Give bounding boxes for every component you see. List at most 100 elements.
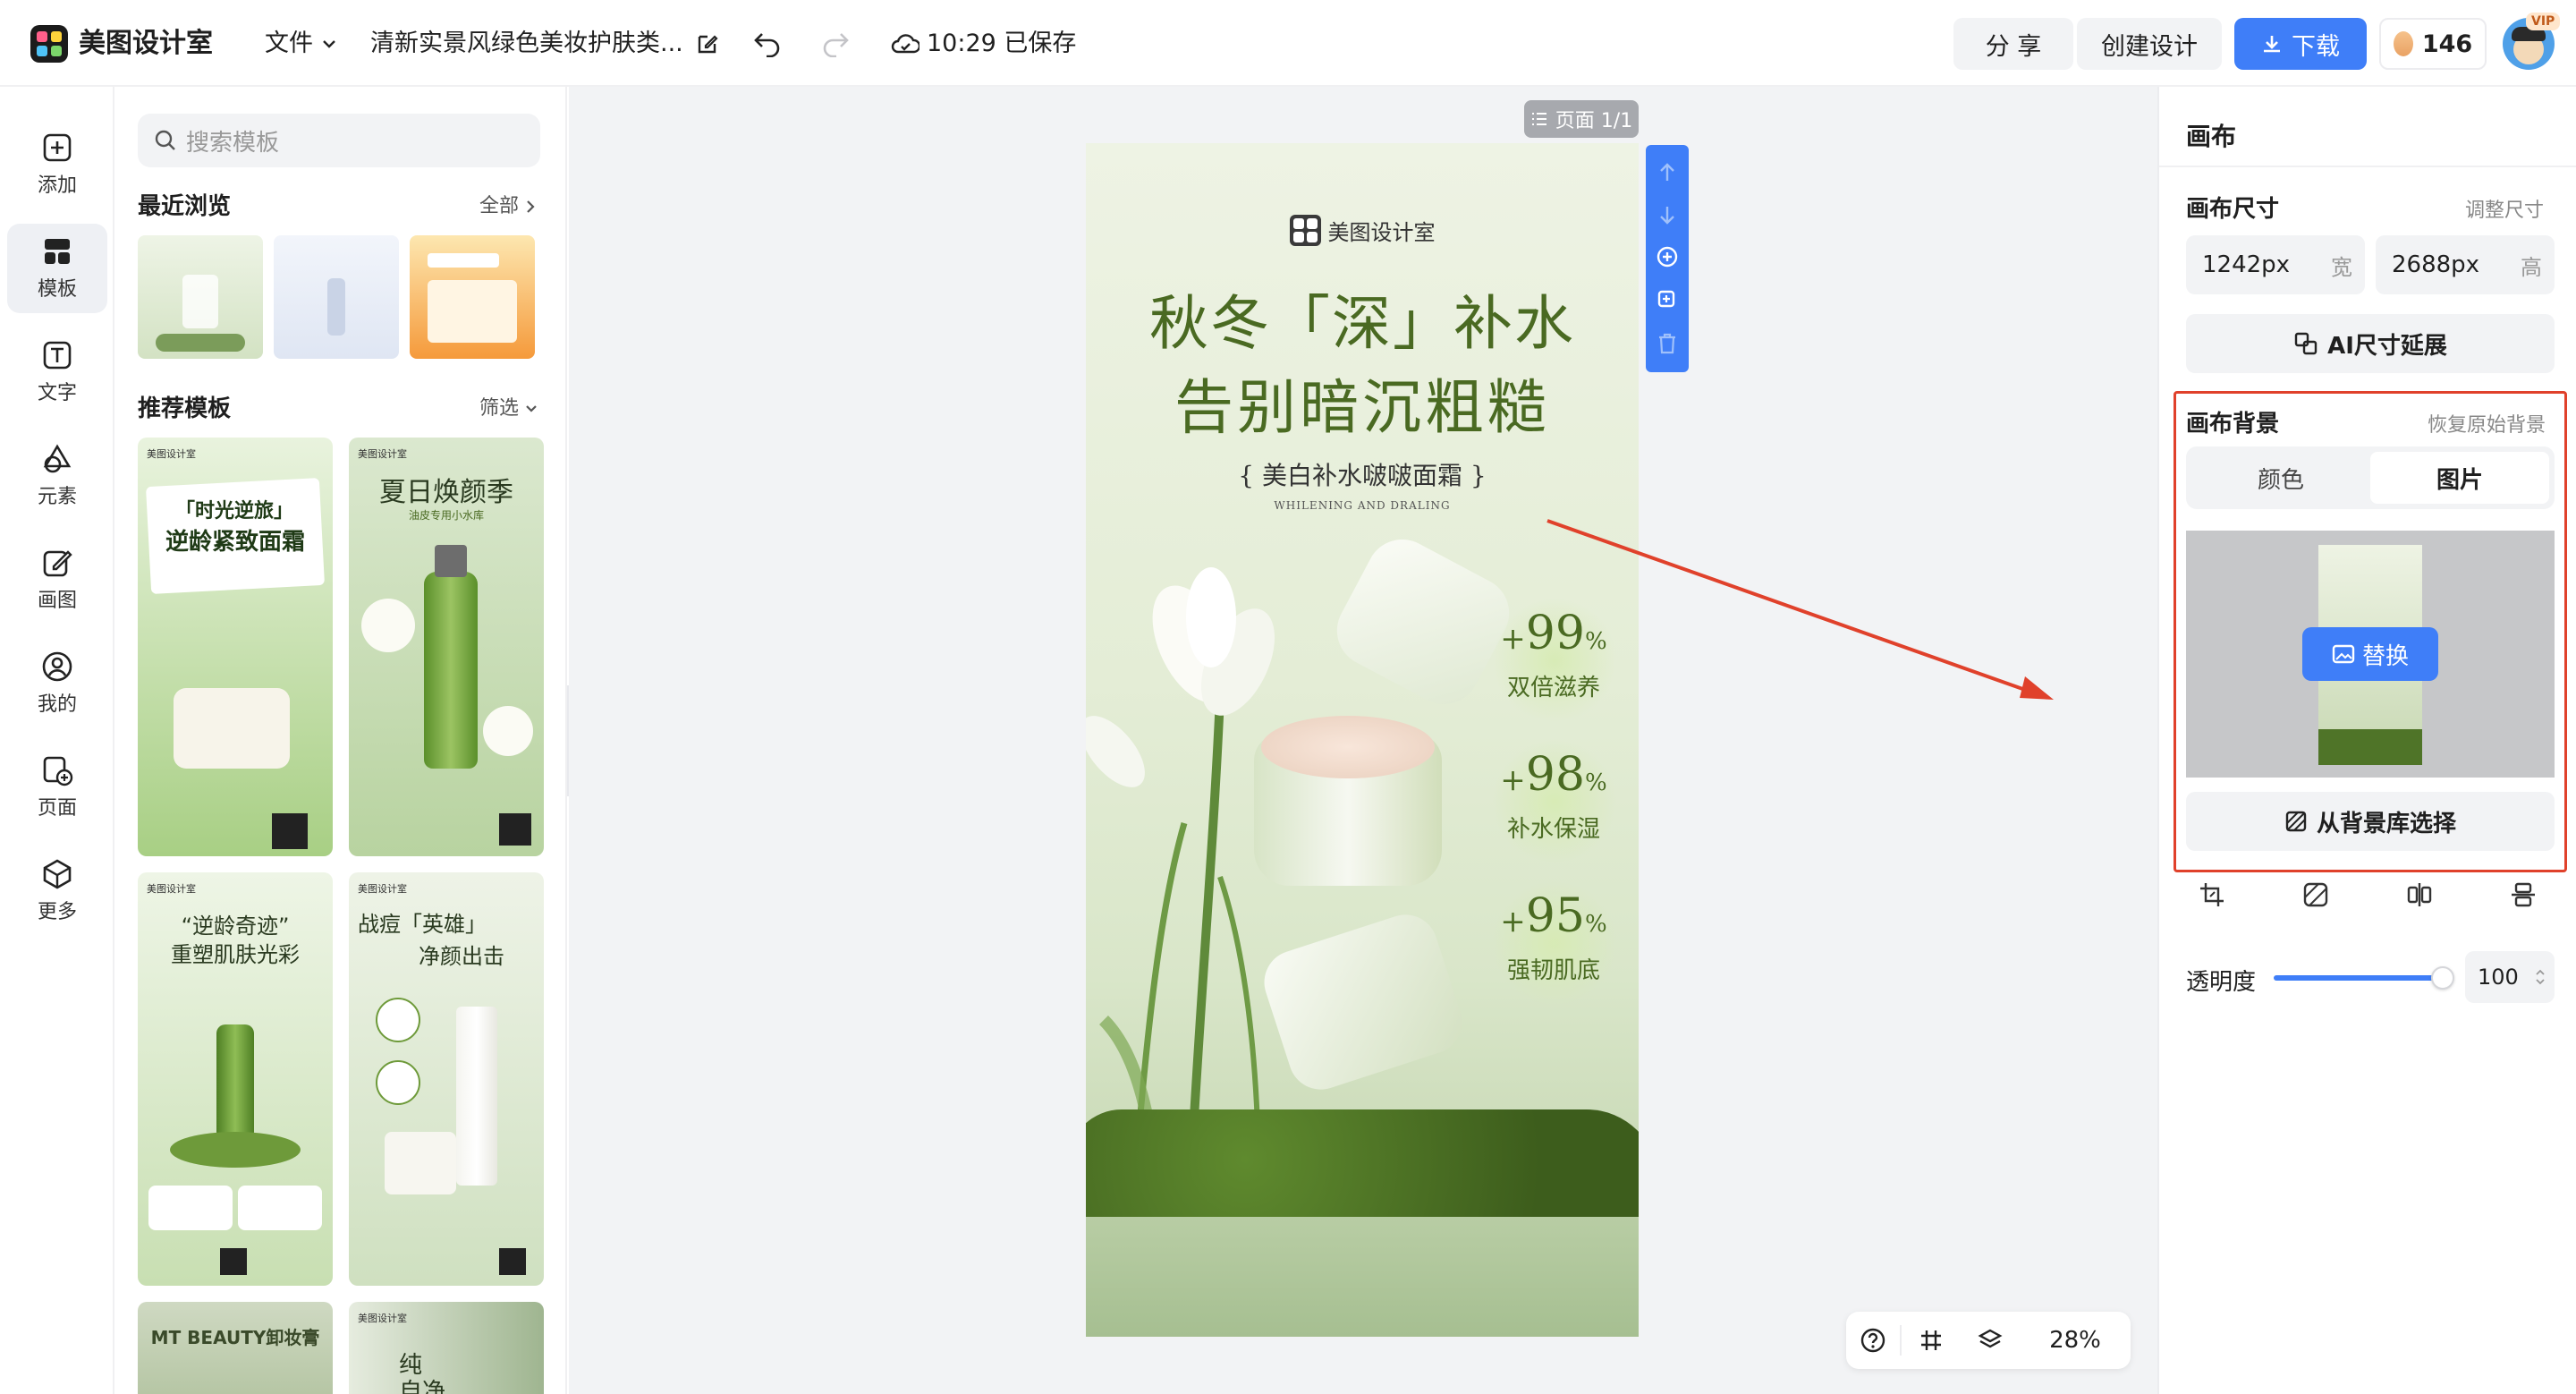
tab-image[interactable]: 图片 [2370,452,2549,504]
recent-thumbnail[interactable] [410,235,535,359]
template-card-subtitle: 重塑肌肤光彩 [171,942,300,967]
duplicate-page-icon[interactable] [1656,288,1679,311]
create-design-label: 创建设计 [2101,32,2198,61]
poster-headline-1[interactable]: 秋冬「深」补水 [1086,276,1639,361]
reset-bg-link[interactable]: 恢复原始背景 [2428,409,2546,438]
text-box-icon [43,341,72,370]
move-up-icon[interactable] [1657,162,1677,183]
rail-item-3[interactable]: 元素 [7,431,107,521]
filter-adjust-icon[interactable] [2302,881,2329,908]
template-card[interactable]: 美图设计室 纯 自净 [349,1302,544,1394]
image-icon [2332,644,2355,664]
page-indicator[interactable]: 页面 1/1 [1524,100,1639,138]
template-card-brand: 美图设计室 [358,883,407,895]
template-card-brand: 美图设计室 [358,448,407,460]
poster-brand[interactable]: 美图设计室 [1086,215,1639,246]
rail-item-label: 画图 [37,590,77,612]
flip-horizontal-icon[interactable] [2406,881,2433,908]
add-page-icon[interactable] [1656,245,1679,268]
opacity-slider-handle[interactable] [2431,966,2454,990]
page-indicator-text: 页面 1/1 [1555,110,1633,132]
page-toolbar [1646,145,1689,372]
template-card-subtitle: 净颜出击 [419,944,504,969]
save-status: 10:29 已保存 [891,26,1076,62]
redo-icon[interactable] [821,30,850,57]
bg-image-preview[interactable]: 替换 [2186,531,2555,778]
chevron-right-icon [527,200,535,213]
delete-page-icon[interactable] [1657,332,1678,355]
properties-panel: 画布 画布尺寸 调整尺寸 1242px 宽 2688px 高 AI尺寸延展 画布… [2157,87,2576,1394]
poster-product-name[interactable]: { 美白补水啵啵面霜 } [1086,456,1639,492]
rail-item-6[interactable]: 页面 [7,743,107,832]
top-bar: 美图设计室 文件 清新实景风绿色美妆护肤类... 10:29 已保存 分 享 创… [0,0,2576,87]
poster-headline-2[interactable]: 告别暗沉粗糙 [1086,360,1639,446]
rail-item-4[interactable]: 画图 [7,535,107,625]
stepper-icon[interactable] [2535,967,2546,987]
template-card-subtitle: 油皮专用小水库 [408,509,484,522]
rail-item-label: 模板 [37,278,77,301]
template-card[interactable]: 美图设计室 “逆龄奇迹” 重塑肌肤光彩 [138,872,333,1286]
stat-number: 95 [1525,889,1585,943]
recent-view-all-label: 全部 [479,195,520,217]
filter-label: 筛选 [479,397,520,420]
rail-item-7[interactable]: 更多 [7,846,107,936]
poster-product-en[interactable]: WHILENING AND DRALING [1086,499,1639,512]
filter-button[interactable]: 筛选 [479,393,538,425]
width-field[interactable]: 1242px 宽 [2186,235,2365,294]
recent-view-all[interactable]: 全部 [479,191,537,223]
height-field[interactable]: 2688px 高 [2376,235,2555,294]
template-search-input[interactable]: 搜索模板 [138,114,540,167]
opacity-slider-track[interactable] [2274,975,2444,981]
grid-toggle[interactable] [1902,1328,1961,1353]
panel-title: 画布 [2186,122,2237,151]
height-value: 2688px [2392,251,2480,278]
undo-icon[interactable] [753,30,782,57]
poster-stat[interactable]: +98% 补水保湿 [1487,739,1621,864]
move-down-icon[interactable] [1657,204,1677,225]
document-title[interactable]: 清新实景风绿色美妆护肤类... [370,26,719,62]
opacity-input[interactable]: 100 [2465,951,2555,1003]
create-design-button[interactable]: 创建设计 [2077,18,2222,70]
pencil-box-icon [43,550,72,577]
template-card[interactable]: MT BEAUTY卸妆膏 [138,1302,333,1394]
rail-item-5[interactable]: 我的 [7,639,107,728]
template-card-title: “逆龄奇迹” [181,914,290,939]
bg-library-button[interactable]: 从背景库选择 [2186,792,2555,851]
template-card[interactable]: 美图设计室 「时光逆旅」 逆龄紧致面霜 [138,438,333,856]
download-button[interactable]: 下载 [2234,18,2367,70]
recent-thumbnail[interactable] [274,235,399,359]
edit-icon[interactable] [696,32,719,55]
replace-button[interactable]: 替换 [2302,627,2438,681]
zoom-level[interactable]: 28% [2020,1327,2131,1354]
tab-color[interactable]: 颜色 [2191,452,2370,504]
help-button[interactable] [1846,1327,1900,1354]
app-logo-icon[interactable] [30,25,68,63]
template-card[interactable]: 美图设计室 夏日焕颜季 油皮专用小水库 [349,438,544,856]
plus-square-icon [43,133,72,162]
template-panel: 搜索模板 最近浏览 全部 推荐模板 筛选 美图设计室 「时光逆旅」 逆龄紧致面霜… [116,87,567,1394]
rail-item-1[interactable]: 模板 [7,224,107,313]
list-icon [1531,113,1546,125]
file-menu[interactable]: 文件 [265,26,338,62]
moss-bed [1086,1109,1639,1235]
template-card[interactable]: 美图设计室 战痘「英雄」 净颜出击 [349,872,544,1286]
template-card-title: 战痘「英雄」 [358,912,487,937]
bg-library-label: 从背景库选择 [2316,810,2456,837]
water-surface [1086,1217,1639,1337]
stat-prefix: + [1500,762,1526,798]
crop-icon[interactable] [2199,881,2225,908]
page-add-icon [43,756,73,786]
recommended-section-title: 推荐模板 [138,395,232,422]
resize-link[interactable]: 调整尺寸 [2465,194,2544,223]
app-name[interactable]: 美图设计室 [79,25,213,63]
recent-thumbnail[interactable] [138,235,263,359]
coin-balance[interactable]: 146 [2379,18,2487,70]
layers-button[interactable] [1961,1327,2020,1354]
poster-stat[interactable]: +95% 强韧肌底 [1487,880,1621,1006]
ai-extend-button[interactable]: AI尺寸延展 [2186,314,2555,373]
rail-item-2[interactable]: 文字 [7,327,107,417]
flip-vertical-icon[interactable] [2510,881,2537,908]
poster-page[interactable]: 美图设计室 秋冬「深」补水 告别暗沉粗糙 { 美白补水啵啵面霜 } WHILEN… [1086,143,1639,1337]
share-button[interactable]: 分 享 [1953,18,2073,70]
rail-item-0[interactable]: 添加 [7,120,107,209]
